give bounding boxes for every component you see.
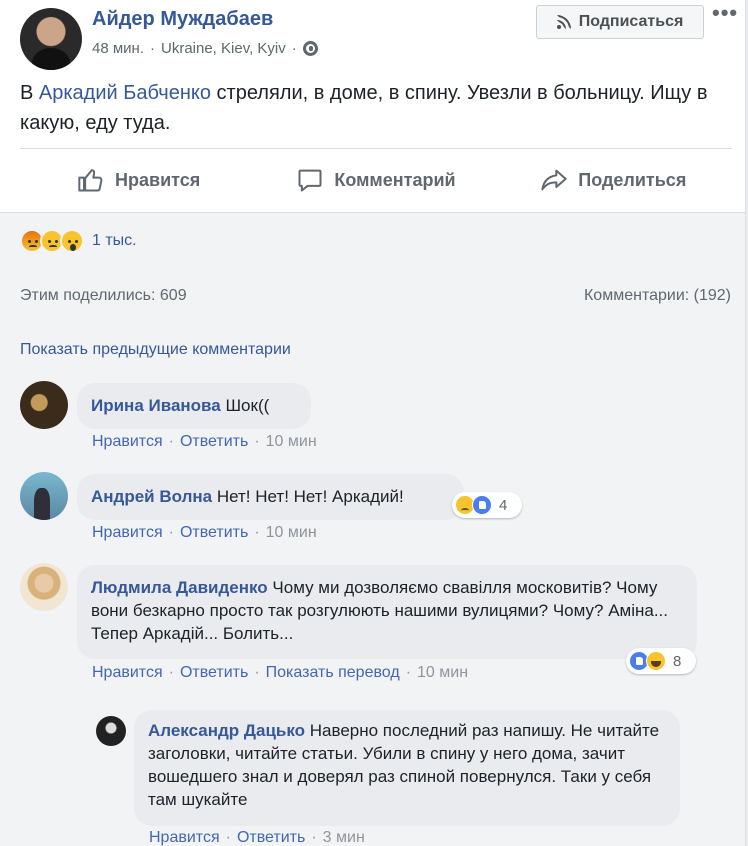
reactions-count[interactable]: 1 тыс. xyxy=(92,232,137,250)
comment-reply-link[interactable]: Ответить xyxy=(180,664,248,682)
meta-separator: · xyxy=(291,40,297,57)
comment-reply-link[interactable]: Ответить xyxy=(237,829,305,846)
comment-button[interactable]: Комментарий xyxy=(257,150,494,210)
like-button[interactable]: Нравится xyxy=(20,150,257,210)
comment-text: Шок(( xyxy=(225,396,270,415)
post-author-name[interactable]: Айдер Муждабаев xyxy=(92,8,273,31)
separator: · xyxy=(168,524,174,541)
globe-icon[interactable] xyxy=(302,41,318,56)
like-label: Нравится xyxy=(115,169,201,190)
comment-time[interactable]: 10 мин xyxy=(266,524,317,542)
haha-icon xyxy=(646,651,666,671)
separator: · xyxy=(168,664,174,681)
comment-reply-link[interactable]: Ответить xyxy=(180,433,248,451)
avatar[interactable] xyxy=(96,716,126,746)
comment-actions: Нравится · Ответить · 10 мин xyxy=(92,433,317,451)
separator: · xyxy=(254,524,260,541)
shares-count[interactable]: Этим поделились: 609 xyxy=(20,287,187,305)
avatar[interactable] xyxy=(20,381,68,429)
comment-like-link[interactable]: Нравится xyxy=(149,829,220,846)
separator: · xyxy=(405,664,412,681)
rss-icon xyxy=(556,15,571,29)
show-translation-link[interactable]: Показать перевод xyxy=(266,664,400,682)
tagged-person-link[interactable]: Аркадий Бабченко xyxy=(39,82,211,104)
commenter-name[interactable]: Андрей Волна xyxy=(91,487,212,506)
separator: · xyxy=(254,433,260,450)
commenter-name[interactable]: Ирина Иванова xyxy=(91,396,221,415)
comment-time[interactable]: 3 мин xyxy=(323,829,365,846)
comment-bubble: Андрей Волна Нет! Нет! Нет! Аркадий! xyxy=(77,474,464,520)
reactions-summary[interactable]: 1 тыс. xyxy=(20,229,137,253)
post-actions: Нравится Комментарий Поделиться xyxy=(20,150,732,210)
comment-actions: Нравится · Ответить · Показать перевод · 10… xyxy=(92,664,468,682)
comment-bubble: Ирина Иванова Шок(( xyxy=(77,383,311,429)
thumbs-up-icon xyxy=(78,169,103,192)
post-text-prefix: В xyxy=(20,82,39,104)
avatar[interactable] xyxy=(20,472,68,520)
post-card: Айдер Муждабаев 48 мин. · Ukraine, Kiev,… xyxy=(0,0,746,846)
comments-count: Комментарии: (192) xyxy=(583,287,731,304)
comment-reactions[interactable]: 8 xyxy=(626,648,696,674)
comment-actions: Нравится · Ответить · 10 мин xyxy=(92,524,317,542)
more-options-icon[interactable]: ••• xyxy=(712,0,738,26)
separator: · xyxy=(311,829,317,846)
comment-like-link[interactable]: Нравится xyxy=(92,524,163,542)
separator: · xyxy=(254,664,260,681)
commenter-name[interactable]: Александр Дацько xyxy=(148,721,305,740)
comment-actions: Нравится · Ответить · 3 мин xyxy=(149,829,365,846)
meta-separator: · xyxy=(150,40,155,57)
comment-reaction-count: 4 xyxy=(499,496,508,514)
comment-time[interactable]: 10 мин xyxy=(266,433,317,451)
comment-like-link[interactable]: Нравится xyxy=(92,433,163,451)
post-text: В Аркадий Бабченко стреляли, в доме, в с… xyxy=(20,78,720,138)
comment-label: Комментарий xyxy=(334,169,456,190)
author-avatar[interactable] xyxy=(20,8,82,70)
comment-reply-link[interactable]: Ответить xyxy=(180,524,248,542)
subscribe-button[interactable]: Подписаться xyxy=(536,5,704,39)
divider xyxy=(20,148,732,149)
wow-icon xyxy=(60,229,84,253)
comment-bubble: Александр Дацько Наверно последний раз н… xyxy=(134,710,680,826)
post-meta: 48 мин. · Ukraine, Kiev, Kyiv · xyxy=(92,40,318,57)
separator: · xyxy=(168,433,174,450)
comment-like-link[interactable]: Нравится xyxy=(92,664,163,682)
post-location[interactable]: Ukraine, Kiev, Kyiv xyxy=(161,40,286,57)
comment-time[interactable]: 10 мин xyxy=(417,664,468,682)
subscribe-label: Подписаться xyxy=(578,13,684,30)
comment-reaction-count: 8 xyxy=(673,652,682,670)
separator: · xyxy=(225,829,231,846)
share-button[interactable]: Поделиться xyxy=(495,150,732,210)
share-icon xyxy=(541,169,567,191)
comment-icon xyxy=(298,169,322,192)
avatar[interactable] xyxy=(20,563,68,611)
share-label: Поделиться xyxy=(578,169,687,190)
show-previous-comments-link[interactable]: Показать предыдущие комментарии xyxy=(20,341,291,359)
post-time[interactable]: 48 мин. xyxy=(92,40,144,57)
comment-reactions[interactable]: 4 xyxy=(452,492,522,518)
like-icon xyxy=(472,495,492,515)
comment-text: Нет! Нет! Нет! Аркадий! xyxy=(216,487,404,506)
commenter-name[interactable]: Людмила Давиденко xyxy=(91,578,268,597)
comment-bubble: Людмила Давиденко Чому ми дозволяємо сва… xyxy=(77,565,697,659)
